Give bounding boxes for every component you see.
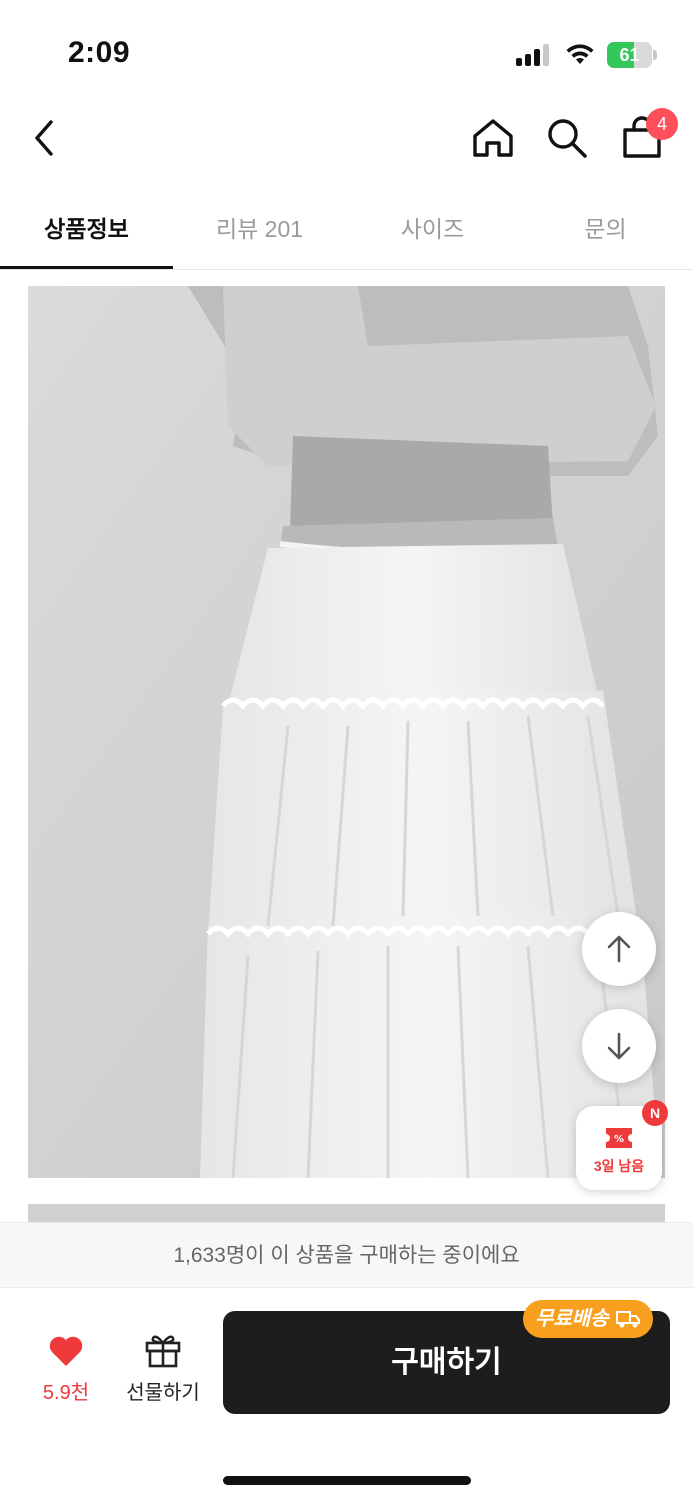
gift-icon bbox=[145, 1335, 181, 1368]
search-icon bbox=[548, 119, 587, 158]
new-badge: N bbox=[642, 1100, 668, 1126]
nav-bar bbox=[0, 100, 693, 180]
like-button[interactable]: 5.9천 bbox=[28, 1330, 104, 1406]
cellular-signal-icon bbox=[516, 44, 552, 66]
status-time: 2:09 bbox=[68, 36, 131, 69]
wifi-icon bbox=[566, 44, 594, 64]
free-shipping-badge: 무료배송 bbox=[523, 1300, 653, 1338]
active-tab-indicator bbox=[0, 266, 173, 269]
search-button[interactable] bbox=[537, 100, 597, 176]
home-indicator bbox=[223, 1476, 471, 1485]
scroll-down-button[interactable] bbox=[582, 1009, 656, 1083]
tab-product-info[interactable]: 상품정보 bbox=[0, 210, 173, 244]
like-count: 5.9천 bbox=[42, 1382, 90, 1404]
tab-reviews[interactable]: 리뷰 201 bbox=[173, 210, 346, 244]
coupon-days-left: 3일 남음 bbox=[593, 1158, 645, 1174]
scroll-up-button[interactable] bbox=[582, 912, 656, 986]
heart-icon bbox=[49, 1336, 83, 1366]
gift-button[interactable]: 선물하기 bbox=[118, 1330, 208, 1406]
free-shipping-label: 무료배송 bbox=[535, 1308, 609, 1330]
delivery-truck-icon bbox=[615, 1311, 640, 1328]
product-image bbox=[28, 286, 665, 1178]
purchase-notice: 1,633명이 이 상품을 구매하는 중이에요 bbox=[0, 1222, 693, 1288]
svg-text:%: % bbox=[614, 1134, 624, 1145]
arrow-up-icon bbox=[607, 935, 631, 963]
back-button[interactable] bbox=[14, 100, 74, 176]
battery-percent: 61 bbox=[619, 45, 640, 65]
coupon-icon: % bbox=[606, 1128, 632, 1148]
home-button[interactable] bbox=[463, 100, 523, 176]
status-bar: 2:09 61 bbox=[0, 0, 693, 100]
back-chevron-icon bbox=[35, 120, 53, 156]
battery-indicator: 61 bbox=[607, 42, 657, 68]
tab-size[interactable]: 사이즈 bbox=[346, 210, 519, 244]
home-icon bbox=[473, 119, 513, 157]
product-tabs: 상품정보 리뷰 201 사이즈 문의 bbox=[0, 190, 693, 270]
arrow-down-icon bbox=[607, 1032, 631, 1060]
gift-label: 선물하기 bbox=[126, 1382, 200, 1404]
cart-count-badge: 4 bbox=[646, 108, 678, 140]
tab-inquiry[interactable]: 문의 bbox=[519, 210, 692, 244]
